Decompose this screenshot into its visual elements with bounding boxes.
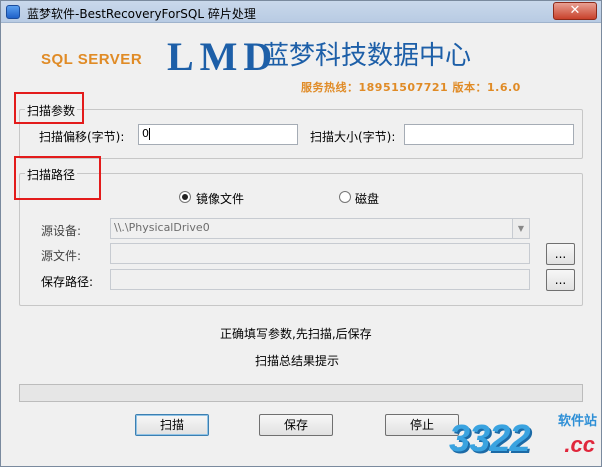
watermark-soft: 软件站 (557, 414, 597, 429)
watermark-cc: .cc (564, 432, 595, 457)
offset-input[interactable]: 0 (138, 124, 298, 145)
save-button[interactable]: 保存 (259, 414, 333, 436)
close-button[interactable]: ✕ (553, 2, 597, 20)
source-file-label: 源文件: (41, 249, 82, 263)
status-hint: 正确填写参数,先扫描,后保存 (220, 327, 372, 341)
size-input[interactable] (404, 124, 574, 145)
hotline-version: 服务热线：18951507721 版本：1.6.0 (301, 81, 521, 94)
text-caret (149, 128, 150, 140)
save-path-input[interactable] (110, 269, 530, 290)
progress-bar (19, 384, 583, 402)
highlight-box-path (14, 156, 101, 200)
window-title: 蓝梦软件-BestRecoveryForSQL 碎片处理 (27, 7, 256, 21)
radio-disk-label[interactable]: 磁盘 (355, 190, 379, 207)
source-file-input[interactable] (110, 243, 530, 264)
brand-title: 蓝梦科技数据中心 (263, 41, 472, 71)
watermark-number: 3322 (449, 418, 531, 460)
radio-image-file[interactable] (179, 191, 191, 203)
site-watermark-logo: 3322 软件站 .cc (449, 410, 599, 466)
highlight-box-params (14, 92, 84, 124)
source-device-select[interactable]: \\.\PhysicalDrive0 ▼ (110, 218, 530, 239)
scan-button[interactable]: 扫描 (135, 414, 209, 436)
source-device-label: 源设备: (41, 224, 82, 238)
app-icon (6, 5, 20, 19)
radio-image-file-label[interactable]: 镜像文件 (196, 190, 244, 207)
chevron-down-icon[interactable]: ▼ (512, 219, 529, 238)
status-result: 扫描总结果提示 (255, 354, 340, 368)
offset-value: 0 (142, 127, 149, 140)
browse-source-file-button[interactable]: ... (546, 243, 575, 265)
browse-save-path-button[interactable]: ... (546, 269, 575, 291)
app-window: 蓝梦软件-BestRecoveryForSQL 碎片处理 ✕ SQL SERVE… (0, 0, 602, 467)
brand-logo: LMD (167, 34, 279, 79)
save-path-label: 保存路径: (41, 275, 94, 289)
title-bar[interactable]: 蓝梦软件-BestRecoveryForSQL 碎片处理 ✕ (1, 1, 601, 23)
stop-button[interactable]: 停止 (385, 414, 459, 436)
size-label: 扫描大小(字节): (310, 130, 396, 144)
radio-disk[interactable] (339, 191, 351, 203)
source-device-value: \\.\PhysicalDrive0 (114, 221, 210, 234)
offset-label: 扫描偏移(字节): (39, 130, 125, 144)
brand-sql-label: SQL SERVER (41, 51, 143, 68)
